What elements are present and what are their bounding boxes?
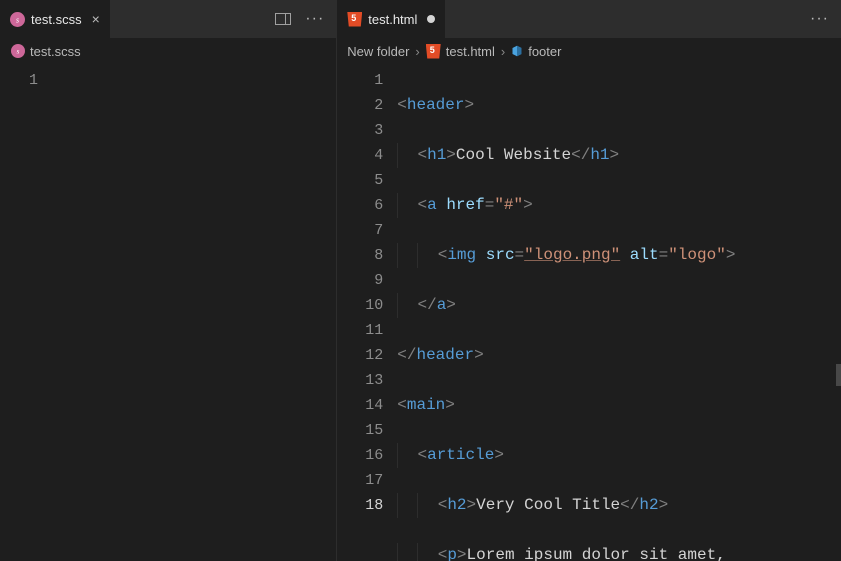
- chevron-right-icon: ›: [501, 44, 505, 59]
- code-area-left[interactable]: [56, 64, 336, 561]
- svg-text:s: s: [16, 15, 19, 24]
- dirty-indicator-icon[interactable]: [427, 15, 435, 23]
- close-icon[interactable]: ×: [92, 11, 100, 27]
- editor-pane-right: test.html ··· New folder › test.html › f…: [337, 0, 841, 561]
- breadcrumb-folder[interactable]: New folder: [347, 44, 409, 59]
- overview-ruler-mark: [836, 364, 841, 386]
- split-editor-icon[interactable]: [275, 13, 291, 25]
- svg-text:s: s: [16, 47, 19, 56]
- more-actions-icon[interactable]: ···: [810, 10, 829, 28]
- html-icon: [347, 12, 362, 27]
- html-icon: [426, 44, 441, 59]
- tab-label: test.html: [368, 12, 417, 27]
- editor-area-left[interactable]: 1: [0, 64, 336, 561]
- sass-icon: s: [10, 12, 25, 27]
- breadcrumb-left[interactable]: s test.scss: [0, 38, 336, 64]
- editor-area-right[interactable]: 123456789101112131415161718 <header> <h1…: [337, 64, 841, 561]
- breadcrumb-right[interactable]: New folder › test.html › footer: [337, 38, 841, 64]
- breadcrumb-file[interactable]: test.html: [426, 44, 495, 59]
- sass-icon: s: [10, 44, 25, 59]
- symbol-icon: [511, 45, 523, 57]
- line-number-gutter: 1: [0, 64, 56, 561]
- tab-label: test.scss: [31, 12, 82, 27]
- tab-test-scss[interactable]: s test.scss ×: [0, 0, 110, 38]
- code-area-right[interactable]: <header> <h1>Cool Website</h1> <a href="…: [397, 64, 841, 561]
- more-actions-icon[interactable]: ···: [305, 10, 324, 28]
- tab-bar-right: test.html ···: [337, 0, 841, 38]
- chevron-right-icon: ›: [415, 44, 419, 59]
- editor-pane-left: s test.scss × ··· s test.scss 1: [0, 0, 337, 561]
- breadcrumb-symbol[interactable]: footer: [511, 44, 561, 59]
- line-number-gutter: 123456789101112131415161718: [337, 64, 397, 561]
- breadcrumb-file[interactable]: s test.scss: [10, 44, 81, 59]
- tab-test-html[interactable]: test.html: [337, 0, 445, 38]
- tab-bar-left: s test.scss × ···: [0, 0, 336, 38]
